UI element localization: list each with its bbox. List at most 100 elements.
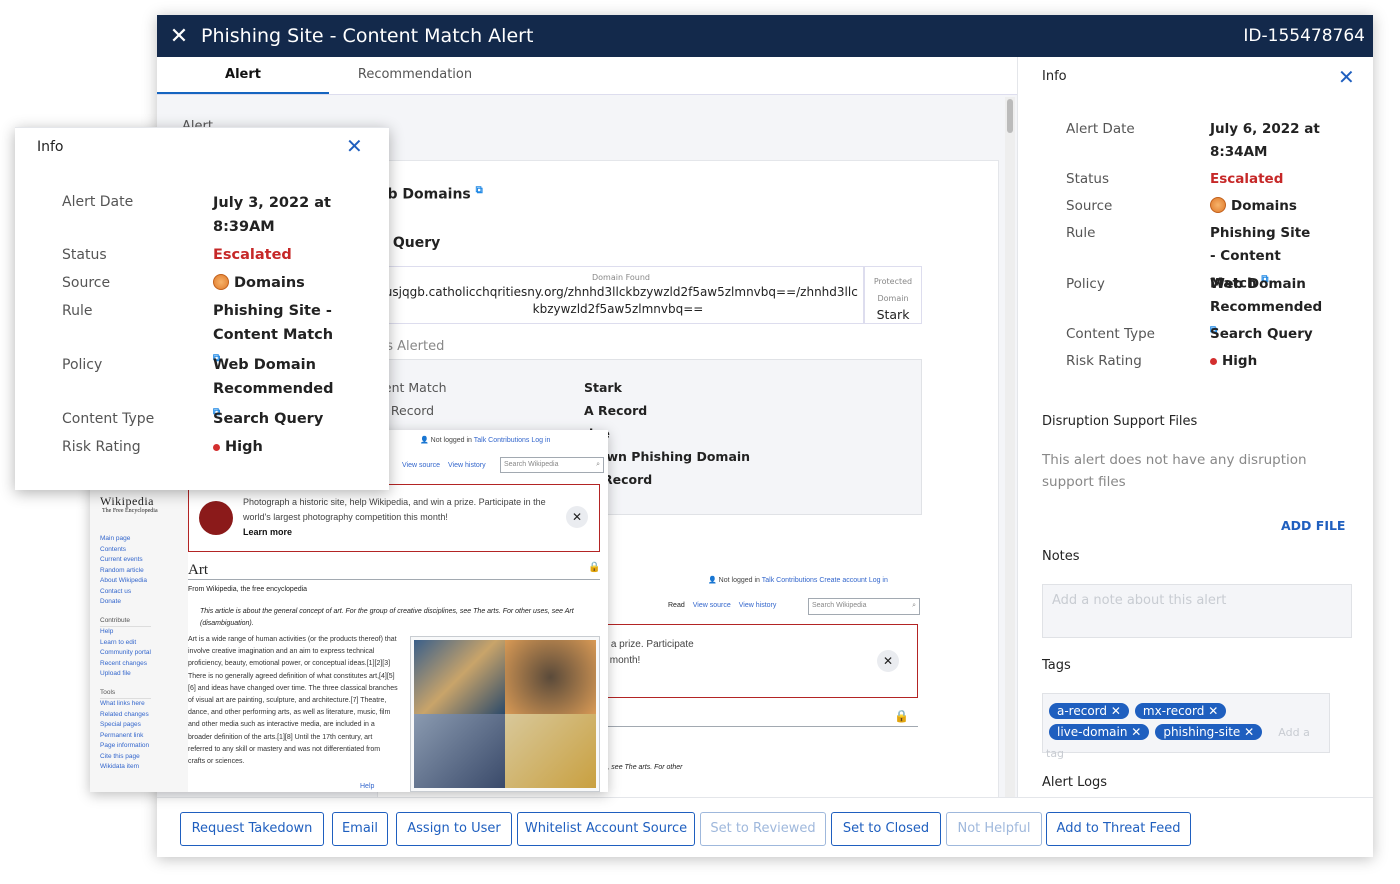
wiki-nav-link[interactable]: Recent changes xyxy=(100,659,151,670)
wiki-nav-heading: Tools xyxy=(100,688,151,699)
alert-date-value: July 6, 2022 at 8:34AM xyxy=(1210,121,1320,160)
wiki-search-input[interactable]: Search Wikipedia ⌕ xyxy=(808,598,920,615)
not-helpful-button[interactable]: Not Helpful xyxy=(946,812,1042,846)
tag-chip: phishing-site ✕ xyxy=(1155,724,1263,740)
wiki-help-link[interactable]: Help xyxy=(360,783,374,790)
wiki-view-source-tab[interactable]: View source xyxy=(402,462,440,469)
search-icon[interactable]: ⌕ xyxy=(912,602,916,610)
assign-to-user-button[interactable]: Assign to User xyxy=(396,812,512,846)
wiki-view-source-tab[interactable]: View source xyxy=(693,602,731,609)
remove-tag-icon[interactable]: ✕ xyxy=(1244,725,1254,739)
set-to-reviewed-button[interactable]: Set to Reviewed xyxy=(700,812,826,846)
wiki-nav-link[interactable]: Learn to edit xyxy=(100,638,151,649)
remove-tag-icon[interactable]: ✕ xyxy=(1208,704,1218,718)
alerted-value: nown Phishing Domain xyxy=(589,449,751,464)
wiki-nav-link[interactable]: Contents xyxy=(100,545,151,556)
wiki-search-input[interactable]: Search Wikipedia ⌕ xyxy=(500,457,604,473)
wiki-nav-link[interactable]: Random article xyxy=(100,566,151,577)
wiki-login-link[interactable]: Log in xyxy=(531,437,550,444)
card-heading: eb Domains xyxy=(378,186,471,203)
globe-icon xyxy=(1210,197,1226,213)
domain-found-value: kusjqgb.catholicchqritiesny.org/zhnhd3ll… xyxy=(378,285,858,316)
field-label: Rule xyxy=(62,303,93,319)
field-label: Content Type xyxy=(62,411,155,427)
wiki-learn-more-link[interactable]: Learn more xyxy=(243,527,292,537)
field-label: Risk Rating xyxy=(62,439,141,455)
wiki-search-placeholder: Search Wikipedia xyxy=(504,461,559,468)
tags-input[interactable]: a-record ✕ mx-record ✕ live-domain ✕ phish… xyxy=(1042,693,1330,760)
close-icon[interactable]: ✕ xyxy=(346,134,363,158)
wiki-nav-link[interactable]: Wikidata item xyxy=(100,762,151,773)
wiki-view-history-tab[interactable]: View history xyxy=(739,602,777,609)
wiki-read-tab[interactable]: Read xyxy=(668,602,685,609)
wiki-article-title: Art xyxy=(188,562,600,580)
tag-label: mx-record xyxy=(1142,704,1205,718)
wikipedia-logo: Wikipedia xyxy=(100,494,154,508)
content-type-value: Search Query xyxy=(1210,326,1313,342)
wiki-nav-heading: Contribute xyxy=(100,616,151,627)
info-panel-title: Info xyxy=(1042,69,1067,84)
wiki-view-history-tab[interactable]: View history xyxy=(448,462,486,469)
add-file-button[interactable]: ADD FILE xyxy=(1281,518,1345,533)
wiki-nav-link[interactable]: Current events xyxy=(100,555,151,566)
wiki-contributions-link[interactable]: Contributions xyxy=(776,577,817,584)
content-type-value: Search Query xyxy=(213,411,324,427)
tab-bar: Alert Recommendation xyxy=(157,57,1017,95)
wiki-login-link[interactable]: Log in xyxy=(869,577,888,584)
add-to-threat-feed-button[interactable]: Add to Threat Feed xyxy=(1046,812,1191,846)
tag-label: live-domain xyxy=(1057,725,1128,739)
close-icon[interactable]: ✕ xyxy=(157,24,201,49)
email-button[interactable]: Email xyxy=(332,812,388,846)
wiki-nav-link[interactable]: About Wikipedia xyxy=(100,576,151,587)
notes-textarea[interactable]: Add a note about this alert xyxy=(1042,584,1352,638)
field-label: Content Type xyxy=(1066,326,1155,342)
whitelist-account-source-button[interactable]: Whitelist Account Source xyxy=(517,812,695,846)
request-takedown-button[interactable]: Request Takedown xyxy=(180,812,324,846)
wiki-talk-link[interactable]: Talk xyxy=(474,437,486,444)
wiki-nav-link[interactable]: Page information xyxy=(100,741,151,752)
wiki-nav-link[interactable]: Special pages xyxy=(100,720,151,731)
wiki-nav-link[interactable]: Donate xyxy=(100,597,151,608)
wiki-article-body: Art is a wide range of human activities … xyxy=(188,636,398,766)
wiki-nav-link[interactable]: Upload file xyxy=(100,669,151,680)
remove-tag-icon[interactable]: ✕ xyxy=(1111,704,1121,718)
tab-alert[interactable]: Alert xyxy=(157,57,329,94)
wiki-nav-link[interactable]: Main page xyxy=(100,534,151,545)
ceramic-image xyxy=(414,714,505,788)
field-label: Source xyxy=(62,275,111,291)
wiki-nav-link[interactable]: Permanent link xyxy=(100,731,151,742)
remove-tag-icon[interactable]: ✕ xyxy=(1131,725,1141,739)
external-link-icon[interactable]: ⧉ xyxy=(476,185,483,196)
wiki-nav-link[interactable]: Community portal xyxy=(100,648,151,659)
tab-recommendation[interactable]: Recommendation xyxy=(329,57,501,94)
action-bar: Request Takedown Email Assign to User Wh… xyxy=(157,797,1373,857)
field-label: Risk Rating xyxy=(1066,353,1142,369)
wiki-nav-link[interactable]: Help xyxy=(100,627,151,638)
alert-date-value: July 3, 2022 at 8:39AM xyxy=(213,195,331,235)
wiki-nav-link[interactable]: What links here xyxy=(100,699,151,710)
close-icon[interactable]: ✕ xyxy=(566,506,588,528)
alerted-key: tent Match xyxy=(379,380,447,395)
scrollbar[interactable] xyxy=(1005,97,1015,797)
rule-value[interactable]: Phishing Site - Content Match xyxy=(213,303,333,343)
wiki-create-account-link[interactable]: Create account xyxy=(819,577,866,584)
policy-value[interactable]: Web Domain Recommended xyxy=(213,357,334,397)
wiki-nav-link[interactable]: Contact us xyxy=(100,587,151,598)
venus-image xyxy=(505,714,596,788)
close-icon[interactable]: ✕ xyxy=(877,650,899,672)
protected-domain-label: Protected Domain xyxy=(873,277,913,303)
disruption-title: Disruption Support Files xyxy=(1042,414,1198,429)
wiki-talk-link[interactable]: Talk xyxy=(762,577,774,584)
domain-found-cell: Domain Found kusjqgb.catholicchqritiesny… xyxy=(378,266,864,324)
field-label: Rule xyxy=(1066,225,1096,241)
search-icon[interactable]: ⌕ xyxy=(596,461,600,469)
wiki-sidebar-nav: Main page Contents Current events Random ar… xyxy=(100,534,151,773)
field-label: Policy xyxy=(1066,276,1105,292)
policy-value[interactable]: Web Domain Recommended xyxy=(1210,276,1322,315)
set-to-closed-button[interactable]: Set to Closed xyxy=(831,812,941,846)
wiki-contributions-link[interactable]: Contributions xyxy=(488,437,529,444)
close-icon[interactable]: ✕ xyxy=(1338,65,1355,89)
wiki-nav-link[interactable]: Cite this page xyxy=(100,752,151,763)
floating-info-panel: Info ✕ Alert Date July 3, 2022 at 8:39AM… xyxy=(15,127,389,490)
wiki-nav-link[interactable]: Related changes xyxy=(100,710,151,721)
